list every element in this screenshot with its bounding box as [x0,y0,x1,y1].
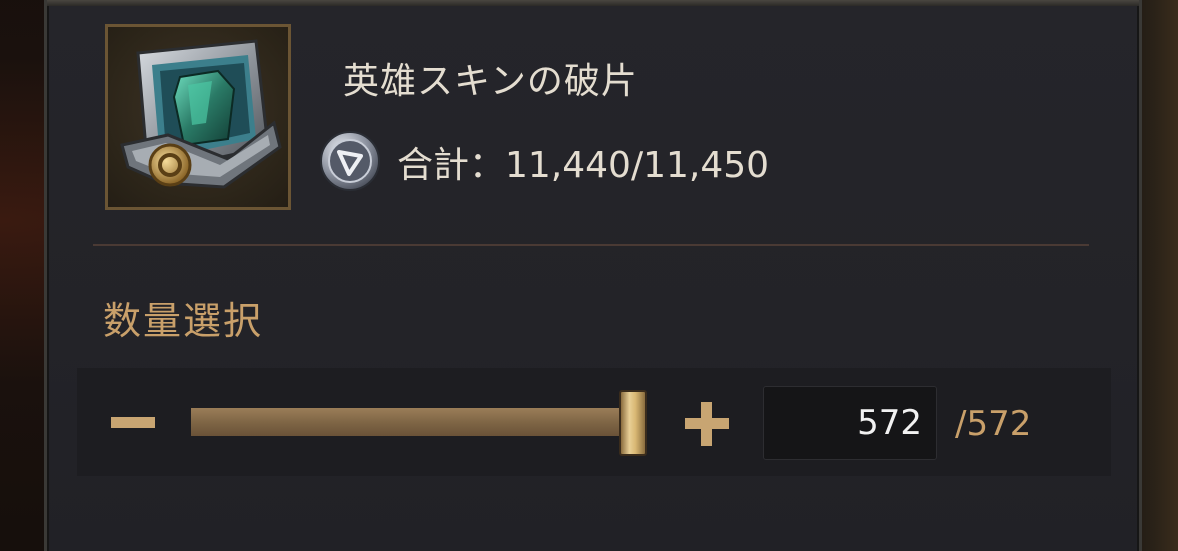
divider [93,244,1089,246]
quantity-slider-fill [191,408,647,436]
item-dialog-panel: 英雄スキンの破片 合計：11,440/11,450 数量選択 572 /572 [44,0,1142,551]
item-name: 英雄スキンの破片 [343,61,638,102]
quantity-max: /572 [955,404,1032,444]
minus-icon [111,417,155,428]
item-thumbnail [105,24,291,210]
panel-top-border [47,0,1139,6]
quantity-slider-handle[interactable] [619,390,647,456]
game-screen: 英雄スキンの破片 合計：11,440/11,450 数量選択 572 /572 [0,0,1178,551]
armor-shard-icon [120,39,282,189]
total-count: 合計：11,440/11,450 [397,145,770,186]
quantity-selector: /572 [77,368,1111,476]
quantity-slider-track[interactable] [191,408,647,436]
quantity-input[interactable] [763,386,937,460]
decrease-button[interactable] [111,412,155,432]
quantity-section-label: 数量選択 [103,299,264,343]
silver-coin-icon [319,130,381,192]
increase-button[interactable] [685,402,729,446]
